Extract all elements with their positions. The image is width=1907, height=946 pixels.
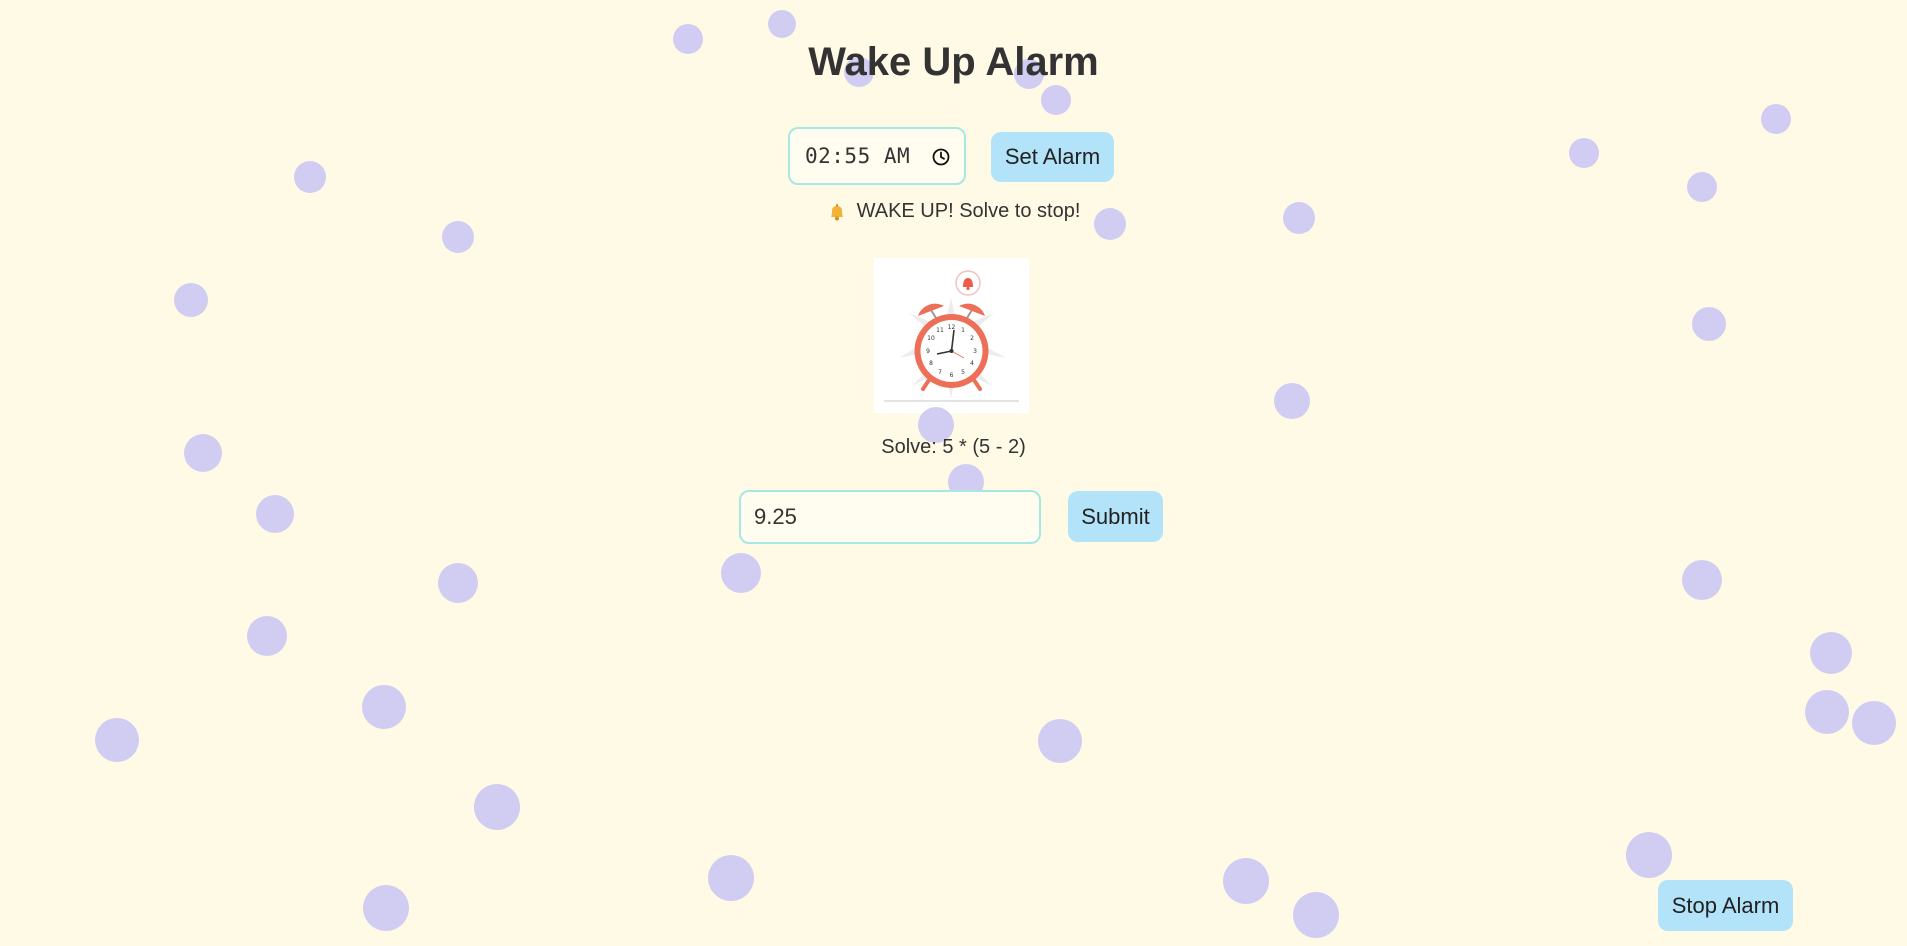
floating-bubble bbox=[1852, 701, 1896, 745]
floating-bubble bbox=[474, 784, 520, 830]
floating-bubble bbox=[708, 855, 754, 901]
floating-bubble bbox=[1293, 892, 1339, 938]
svg-text:4: 4 bbox=[970, 360, 974, 367]
floating-bubble bbox=[1810, 632, 1852, 674]
floating-bubble bbox=[95, 718, 139, 762]
floating-bubble bbox=[438, 563, 478, 603]
alarm-time-value[interactable]: 02:55 AM bbox=[805, 144, 932, 168]
math-problem: Solve: 5 * (5 - 2) bbox=[881, 436, 1026, 458]
svg-text:5: 5 bbox=[961, 369, 965, 376]
floating-bubble bbox=[768, 10, 796, 38]
svg-text:12: 12 bbox=[948, 324, 956, 331]
floating-bubble bbox=[1569, 138, 1599, 168]
svg-text:2: 2 bbox=[970, 335, 974, 342]
floating-bubble bbox=[294, 161, 326, 193]
set-alarm-button[interactable]: Set Alarm bbox=[991, 132, 1114, 182]
status-text: WAKE UP! Solve to stop! bbox=[856, 200, 1081, 222]
floating-bubble bbox=[1805, 690, 1849, 734]
floating-bubble bbox=[1682, 560, 1722, 600]
floating-bubble bbox=[442, 221, 474, 253]
submit-button[interactable]: Submit bbox=[1068, 491, 1163, 542]
floating-bubble bbox=[174, 283, 208, 317]
floating-bubble bbox=[1761, 104, 1791, 134]
svg-text:6: 6 bbox=[950, 372, 954, 379]
floating-bubble bbox=[1692, 307, 1726, 341]
answer-input[interactable] bbox=[739, 490, 1041, 544]
floating-bubble bbox=[1223, 858, 1269, 904]
svg-text:1: 1 bbox=[961, 327, 965, 334]
floating-bubble bbox=[362, 685, 406, 729]
alarm-status: WAKE UP! Solve to stop! bbox=[0, 200, 1907, 223]
svg-text:10: 10 bbox=[927, 335, 935, 342]
bell-icon bbox=[827, 202, 847, 222]
floating-bubble bbox=[721, 553, 761, 593]
page-title: Wake Up Alarm bbox=[808, 40, 1099, 84]
alarm-clock-icon: 12 1 2 3 4 5 6 7 8 9 10 11 bbox=[884, 270, 1019, 402]
floating-bubble bbox=[256, 495, 294, 533]
floating-bubble bbox=[247, 616, 287, 656]
svg-text:3: 3 bbox=[973, 348, 977, 355]
floating-bubble bbox=[1626, 832, 1672, 878]
alarm-time-input[interactable]: 02:55 AM bbox=[788, 127, 966, 185]
clock-icon[interactable] bbox=[932, 147, 950, 166]
floating-bubble bbox=[1274, 383, 1310, 419]
svg-text:8: 8 bbox=[929, 360, 933, 367]
alarm-app: 12 1 2 3 4 5 6 7 8 9 10 11 Wake Up Alarm… bbox=[0, 0, 1907, 946]
svg-text:9: 9 bbox=[926, 348, 930, 355]
floating-bubble bbox=[363, 885, 409, 931]
stop-alarm-button[interactable]: Stop Alarm bbox=[1658, 880, 1793, 931]
svg-text:11: 11 bbox=[936, 327, 944, 334]
floating-bubble bbox=[1038, 719, 1082, 763]
svg-text:7: 7 bbox=[938, 369, 942, 376]
alarm-clock-illustration: 12 1 2 3 4 5 6 7 8 9 10 11 bbox=[874, 258, 1029, 413]
floating-bubble bbox=[1687, 172, 1717, 202]
floating-bubble bbox=[1041, 85, 1071, 115]
